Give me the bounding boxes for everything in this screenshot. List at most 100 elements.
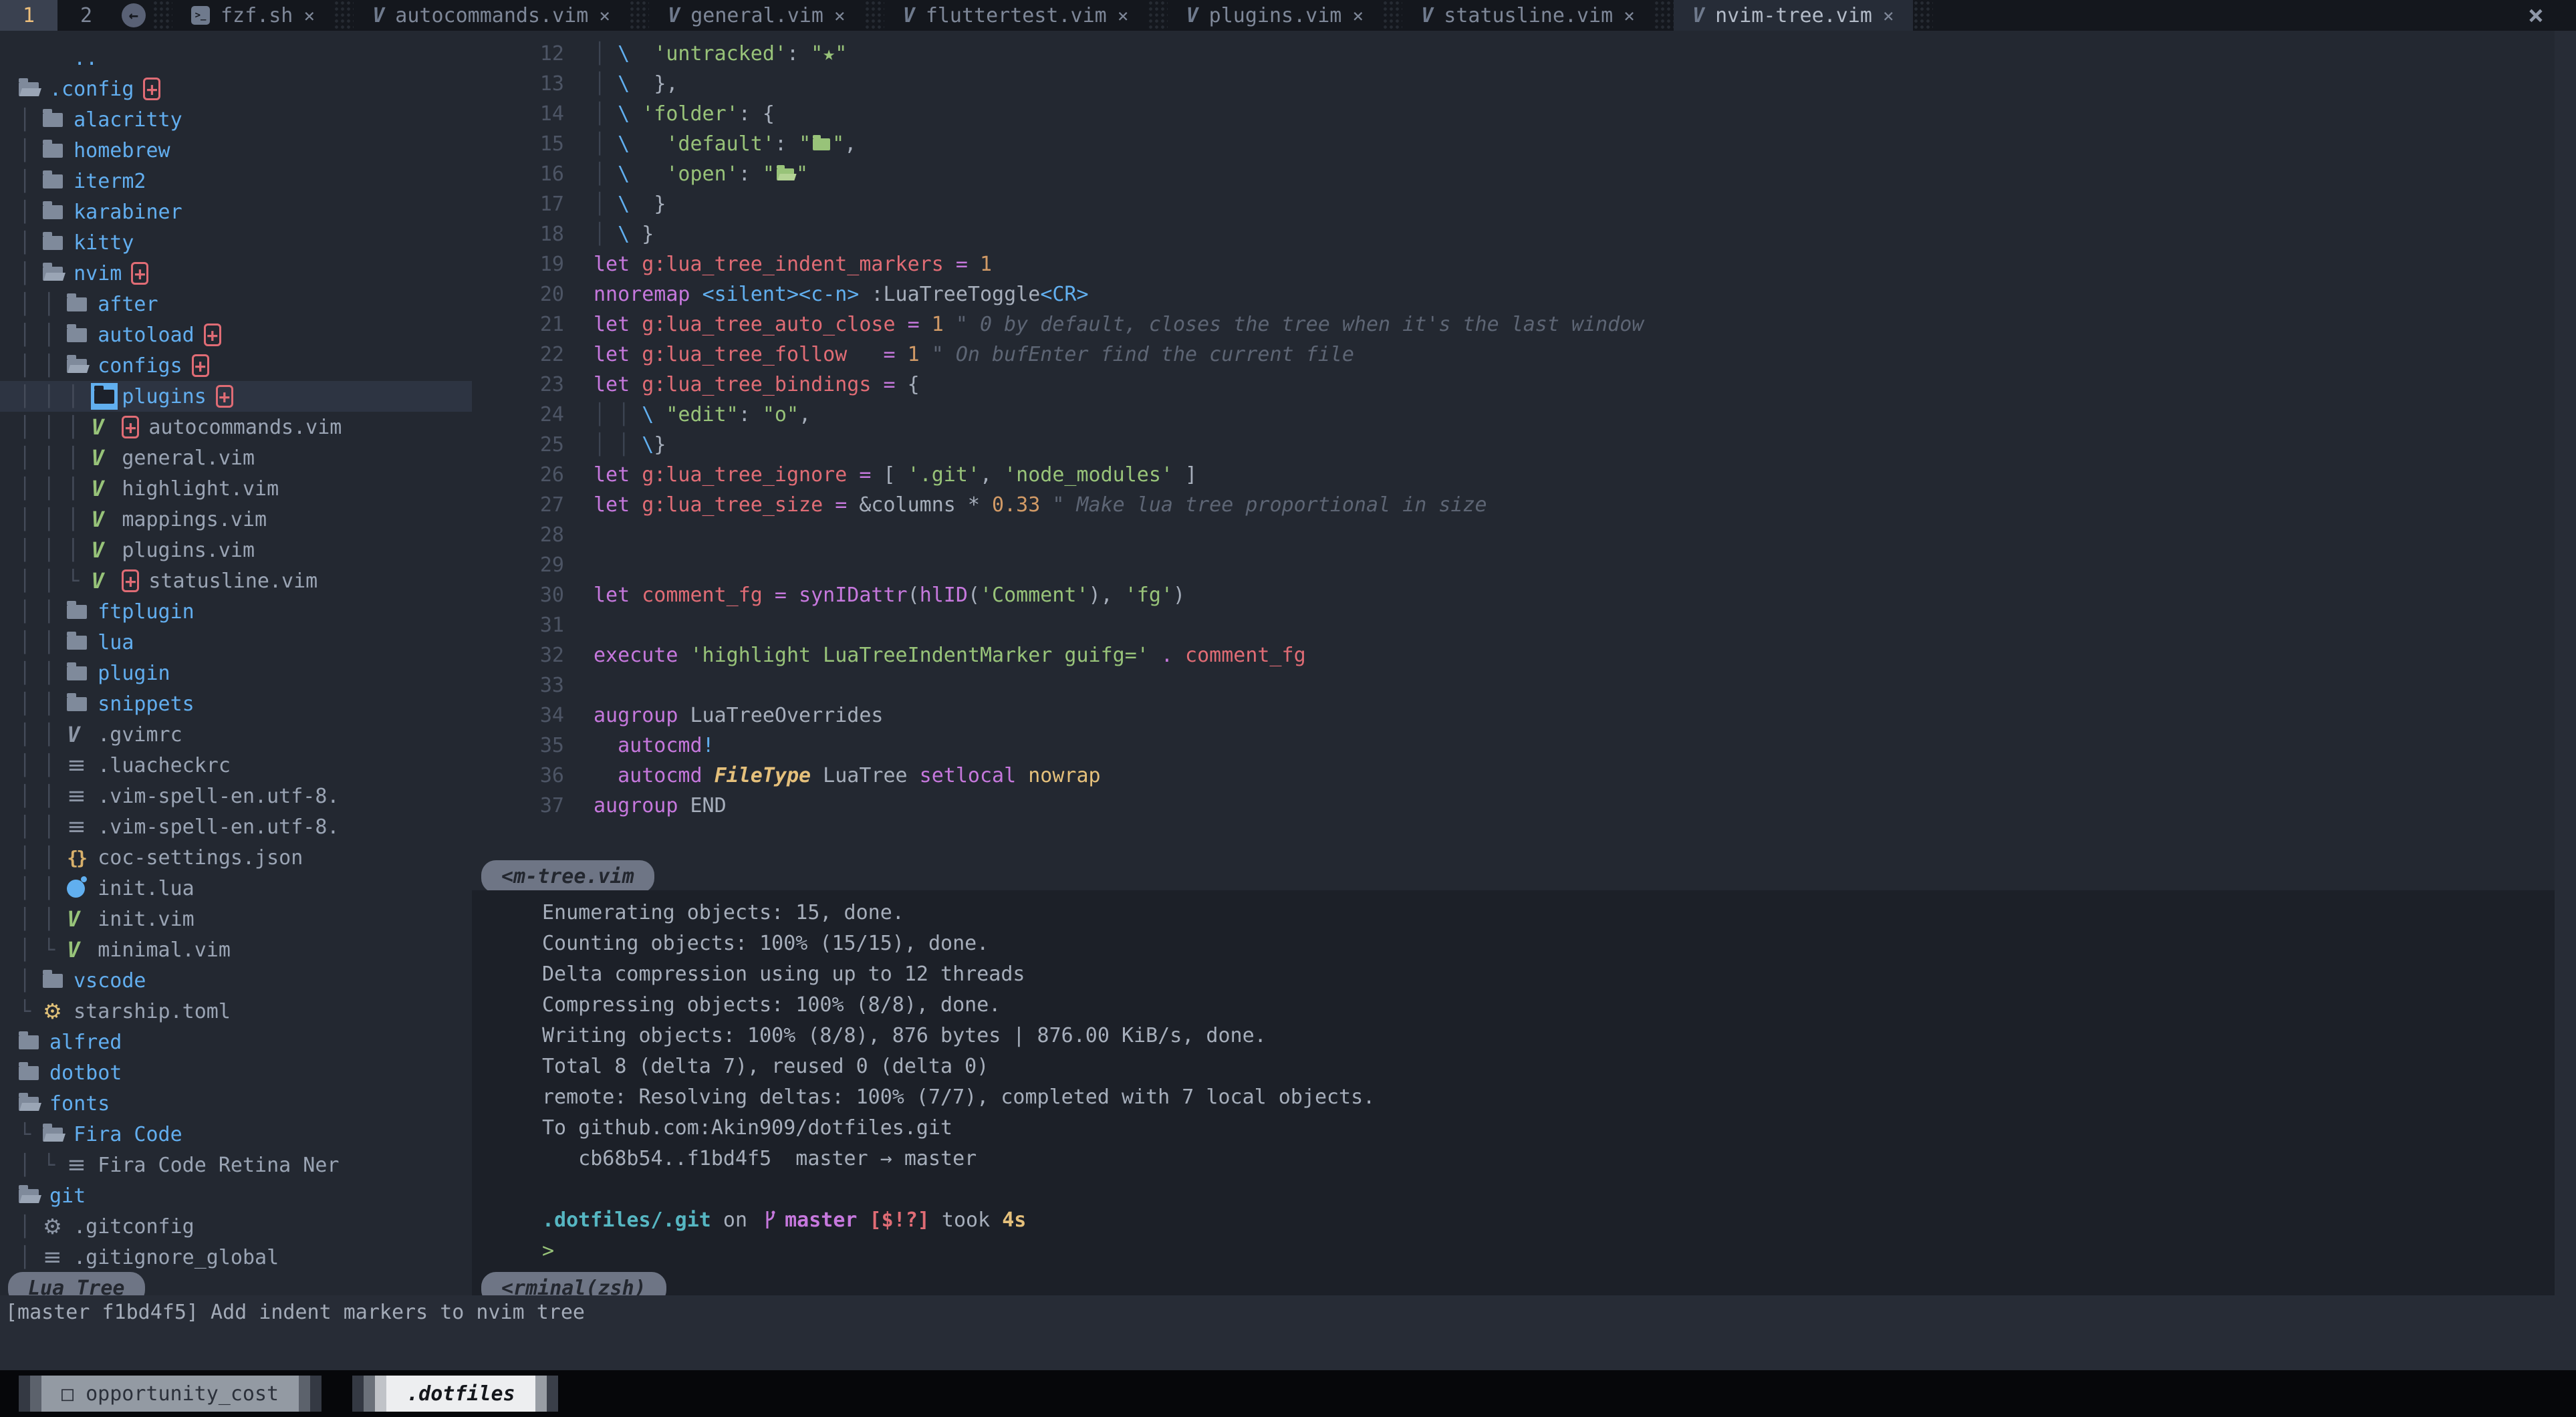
- tab-close-icon[interactable]: ×: [303, 5, 315, 27]
- tmux-window--opportunity-cost[interactable]: □ opportunity_cost: [19, 1376, 321, 1412]
- tab-close-icon[interactable]: ×: [1118, 5, 1129, 27]
- code-line-22[interactable]: 22let g:lua_tree_follow = 1 " On bufEnte…: [472, 340, 2555, 370]
- tree-item-plugin[interactable]: │ │ plugin: [0, 658, 472, 688]
- tree-item-vscode[interactable]: │ vscode: [0, 965, 472, 996]
- tree-item-Fira-Code-Retina-Ner[interactable]: │ └ ≡Fira Code Retina Ner: [0, 1150, 472, 1180]
- vim-icon: V: [91, 537, 104, 563]
- tree-item-homebrew[interactable]: │ homebrew: [0, 135, 472, 166]
- tree-item-starship.toml[interactable]: └ ⚙starship.toml: [0, 996, 472, 1027]
- tab-close-icon[interactable]: ×: [1624, 5, 1635, 27]
- code-line-20[interactable]: 20nnoremap <silent><c-n> :LuaTreeToggle<…: [472, 279, 2555, 309]
- tab-general.vim[interactable]: Vgeneral.vim×: [649, 0, 864, 31]
- code-line-26[interactable]: 26let g:lua_tree_ignore = [ '.git', 'nod…: [472, 460, 2555, 490]
- code-line-30[interactable]: 30let comment_fg = synIDattr(hlID('Comme…: [472, 580, 2555, 610]
- tree-item-.gitconfig[interactable]: │ ⚙.gitconfig: [0, 1211, 472, 1242]
- tab-close-icon[interactable]: ×: [834, 5, 846, 27]
- tree-item-iterm2[interactable]: │ iterm2: [0, 166, 472, 197]
- tree-item-ftplugin[interactable]: │ │ ftplugin: [0, 596, 472, 627]
- code-line-32[interactable]: 32execute 'highlight LuaTreeIndentMarker…: [472, 640, 2555, 670]
- tree-item-nvim[interactable]: │ nvim+: [0, 258, 472, 289]
- tree-item-general.vim[interactable]: │ │ │ Vgeneral.vim: [0, 442, 472, 473]
- tmux-window-number-2[interactable]: 2: [57, 0, 115, 31]
- tree-item-configs[interactable]: │ │ configs+: [0, 350, 472, 381]
- tree-item-dotbot[interactable]: dotbot: [0, 1057, 472, 1088]
- tree-item-minimal.vim[interactable]: │ └ Vminimal.vim: [0, 934, 472, 965]
- tabline-close-all-icon[interactable]: ×: [2528, 0, 2544, 31]
- tab-plugins.vim[interactable]: Vplugins.vim×: [1168, 0, 1383, 31]
- tree-indent-guide: │ │: [19, 785, 67, 808]
- code-line-37[interactable]: 37augroup END: [472, 791, 2555, 821]
- folder-icon: [67, 636, 87, 650]
- tree-item-.vim-spell-en.utf-8.[interactable]: │ │ ≡.vim-spell-en.utf-8.: [0, 781, 472, 811]
- tree-item-.gvimrc[interactable]: │ │ V.gvimrc: [0, 719, 472, 750]
- terminal-line-7: remote: Resolving deltas: 100% (7/7), co…: [472, 1081, 2555, 1112]
- nvim-tree-panel[interactable]: ...config+│ alacritty│ homebrew│ iterm2│…: [0, 31, 472, 1295]
- tree-item-highlight.vim[interactable]: │ │ │ Vhighlight.vim: [0, 473, 472, 504]
- tree-item-coc-settings.json[interactable]: │ │ {}coc-settings.json: [0, 842, 472, 873]
- tree-item-plugins.vim[interactable]: │ │ │ Vplugins.vim: [0, 535, 472, 565]
- tree-indent-guide: │: [19, 969, 43, 993]
- code-line-13[interactable]: 13│ \ },: [472, 69, 2555, 99]
- tab-fluttertest.vim[interactable]: Vfluttertest.vim×: [884, 0, 1148, 31]
- tree-item-alacritty[interactable]: │ alacritty: [0, 104, 472, 135]
- code-line-24[interactable]: 24│ │ \ "edit": "o",: [472, 400, 2555, 430]
- code-line-12[interactable]: 12│ \ 'untracked': "★": [472, 39, 2555, 69]
- code-line-33[interactable]: 33: [472, 670, 2555, 700]
- tab-close-icon[interactable]: ×: [599, 5, 610, 27]
- code-line-25[interactable]: 25│ │ \}: [472, 430, 2555, 460]
- tree-item-snippets[interactable]: │ │ snippets: [0, 688, 472, 719]
- tree-item-alfred[interactable]: alfred: [0, 1027, 472, 1057]
- code-line-17[interactable]: 17│ \ }: [472, 189, 2555, 219]
- tree-label: plugins: [122, 385, 206, 408]
- terminal-split[interactable]: Enumerating objects: 15, done.Counting o…: [472, 890, 2555, 1295]
- code-line-19[interactable]: 19let g:lua_tree_indent_markers = 1: [472, 249, 2555, 279]
- tree-item-fonts[interactable]: fonts: [0, 1088, 472, 1119]
- code-line-36[interactable]: 36 autocmd FileType LuaTree setlocal now…: [472, 761, 2555, 791]
- tree-item-.luacheckrc[interactable]: │ │ ≡.luacheckrc: [0, 750, 472, 781]
- tmux-window-number-1[interactable]: 1: [0, 0, 57, 31]
- tab-close-icon[interactable]: ×: [1883, 5, 1894, 27]
- tree-item-mappings.vim[interactable]: │ │ │ Vmappings.vim: [0, 504, 472, 535]
- tab-autocommands.vim[interactable]: Vautocommands.vim×: [354, 0, 629, 31]
- code-line-34[interactable]: 34augroup LuaTreeOverrides: [472, 700, 2555, 731]
- folder-icon: [43, 174, 63, 188]
- code-line-31[interactable]: 31: [472, 610, 2555, 640]
- tab-fzf.sh[interactable]: >_fzf.sh×: [172, 0, 334, 31]
- tree-item-.gitignore-global[interactable]: │ ≡.gitignore_global: [0, 1242, 472, 1273]
- tree-item-.config[interactable]: .config+: [0, 74, 472, 104]
- tree-item-kitty[interactable]: │ kitty: [0, 227, 472, 258]
- code-line-15[interactable]: 15│ \ 'default': "",: [472, 129, 2555, 159]
- back-arrow-circle-icon[interactable]: ←: [122, 3, 146, 27]
- tree-item-autocommands.vim[interactable]: │ │ │ V+autocommands.vim: [0, 412, 472, 442]
- tree-item-init.vim[interactable]: │ │ Vinit.vim: [0, 904, 472, 934]
- tree-item-karabiner[interactable]: │ karabiner: [0, 197, 472, 227]
- terminal-pill: <rminal(zsh): [481, 1272, 666, 1295]
- tree-item-git[interactable]: git: [0, 1180, 472, 1211]
- line-number: 22: [512, 343, 564, 366]
- tree-item-after[interactable]: │ │ after: [0, 289, 472, 319]
- tree-item-Fira-Code[interactable]: └ Fira Code: [0, 1119, 472, 1150]
- code-line-21[interactable]: 21let g:lua_tree_auto_close = 1 " 0 by d…: [472, 309, 2555, 340]
- tree-item-plugins[interactable]: │ │ │ plugins+: [0, 381, 472, 412]
- tree-item-autoload[interactable]: │ │ autoload+: [0, 319, 472, 350]
- code-line-27[interactable]: 27let g:lua_tree_size = &columns * 0.33 …: [472, 490, 2555, 520]
- tab-statusline.vim[interactable]: Vstatusline.vim×: [1402, 0, 1654, 31]
- code-line-23[interactable]: 23let g:lua_tree_bindings = {: [472, 370, 2555, 400]
- editor[interactable]: 12│ \ 'untracked': "★"13│ \ },14│ \ 'fol…: [472, 31, 2555, 890]
- code-line-16[interactable]: 16│ \ 'open': "": [472, 159, 2555, 189]
- tree-item-lua[interactable]: │ │ lua: [0, 627, 472, 658]
- neovim-tmux-window: 12 ← >_fzf.sh× Vautocommands.vim× Vgeneral.v…: [0, 0, 2576, 1417]
- tree-item-..[interactable]: ..: [0, 43, 472, 74]
- code-line-35[interactable]: 35 autocmd!: [472, 731, 2555, 761]
- code-line-29[interactable]: 29: [472, 550, 2555, 580]
- code-line-18[interactable]: 18│ \ }: [472, 219, 2555, 249]
- tree-item-init.lua[interactable]: │ │ init.lua: [0, 873, 472, 904]
- code-line-14[interactable]: 14│ \ 'folder': {: [472, 99, 2555, 129]
- code-line-28[interactable]: 28: [472, 520, 2555, 550]
- tree-item-.vim-spell-en.utf-8.[interactable]: │ │ ≡.vim-spell-en.utf-8.: [0, 811, 472, 842]
- tab-separator-dots: [864, 0, 884, 31]
- tab-nvim-tree.vim[interactable]: Vnvim-tree.vim×: [1674, 0, 1913, 31]
- tmux-window-.dotfiles[interactable]: .dotfiles: [352, 1376, 558, 1412]
- tab-close-icon[interactable]: ×: [1352, 5, 1364, 27]
- tree-item-statusline.vim[interactable]: │ │ └ V+statusline.vim: [0, 565, 472, 596]
